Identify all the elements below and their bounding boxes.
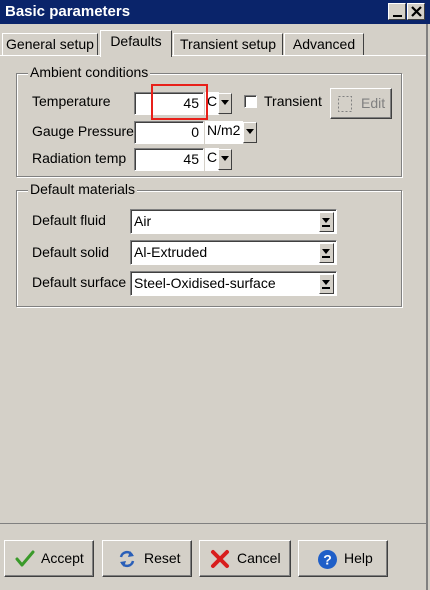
edit-button[interactable]: Edit <box>330 88 392 119</box>
radiation-temp-label: Radiation temp <box>32 150 127 166</box>
default-materials-legend: Default materials <box>28 181 138 197</box>
gauge-pressure-label: Gauge Pressure <box>32 123 134 139</box>
gauge-pressure-unit: N/m2 <box>205 121 243 144</box>
reset-button-label: Reset <box>144 550 181 566</box>
chevron-down-icon[interactable] <box>319 212 334 232</box>
default-surface-label: Default surface <box>32 274 127 290</box>
default-fluid-value: Air <box>134 213 152 229</box>
close-button[interactable] <box>407 3 425 20</box>
gauge-pressure-unit-dropdown[interactable] <box>243 122 257 143</box>
default-solid-label: Default solid <box>32 244 110 260</box>
minimize-icon <box>393 15 402 17</box>
default-fluid-select[interactable]: Air <box>130 209 337 234</box>
ambient-conditions-legend: Ambient conditions <box>28 64 151 80</box>
tab-label: Advanced <box>292 36 356 52</box>
chevron-down-icon[interactable] <box>319 243 334 263</box>
gauge-pressure-input[interactable]: 0 <box>134 121 204 144</box>
help-icon: ? <box>318 550 337 569</box>
temperature-label: Temperature <box>32 93 111 109</box>
temperature-unit-dropdown[interactable] <box>218 93 232 114</box>
default-fluid-label: Default fluid <box>32 212 106 228</box>
chevron-down-icon[interactable] <box>319 274 334 294</box>
minimize-button[interactable] <box>388 3 406 20</box>
accept-button-label: Accept <box>41 550 84 566</box>
edit-icon <box>338 96 352 112</box>
edit-button-label: Edit <box>361 95 386 111</box>
cancel-icon <box>211 550 229 568</box>
checkmark-icon <box>15 550 35 567</box>
svg-text:?: ? <box>323 552 332 568</box>
transient-checkbox[interactable] <box>244 95 257 108</box>
tab-label: General setup <box>6 36 94 52</box>
default-surface-value: Steel-Oxidised-surface <box>134 275 276 291</box>
tab-defaults[interactable]: Defaults <box>100 30 172 57</box>
reset-icon <box>119 550 135 568</box>
highlight-box <box>151 84 208 120</box>
cancel-button-label: Cancel <box>237 550 281 566</box>
window-frame <box>426 24 428 590</box>
window-title: Basic parameters <box>5 3 131 20</box>
tab-transient-setup[interactable]: Transient setup <box>173 33 283 55</box>
default-solid-value: Al-Extruded <box>134 244 208 260</box>
default-solid-select[interactable]: Al-Extruded <box>130 240 337 265</box>
tab-label: Transient setup <box>180 36 276 52</box>
accept-button[interactable]: Accept <box>4 540 94 577</box>
help-button-label: Help <box>344 550 373 566</box>
help-button[interactable]: ? Help <box>298 540 388 577</box>
radiation-temp-unit-dropdown[interactable] <box>218 149 232 170</box>
close-icon <box>411 6 422 17</box>
transient-label: Transient <box>264 93 322 109</box>
radiation-temp-input[interactable]: 45 <box>134 148 204 171</box>
radiation-temp-unit: C <box>205 148 219 171</box>
reset-button[interactable]: Reset <box>102 540 192 577</box>
tab-general-setup[interactable]: General setup <box>2 33 98 55</box>
default-surface-select[interactable]: Steel-Oxidised-surface <box>130 271 337 296</box>
divider <box>0 523 426 524</box>
tab-advanced[interactable]: Advanced <box>284 33 364 55</box>
tab-label: Defaults <box>110 33 162 49</box>
cancel-button[interactable]: Cancel <box>199 540 291 577</box>
